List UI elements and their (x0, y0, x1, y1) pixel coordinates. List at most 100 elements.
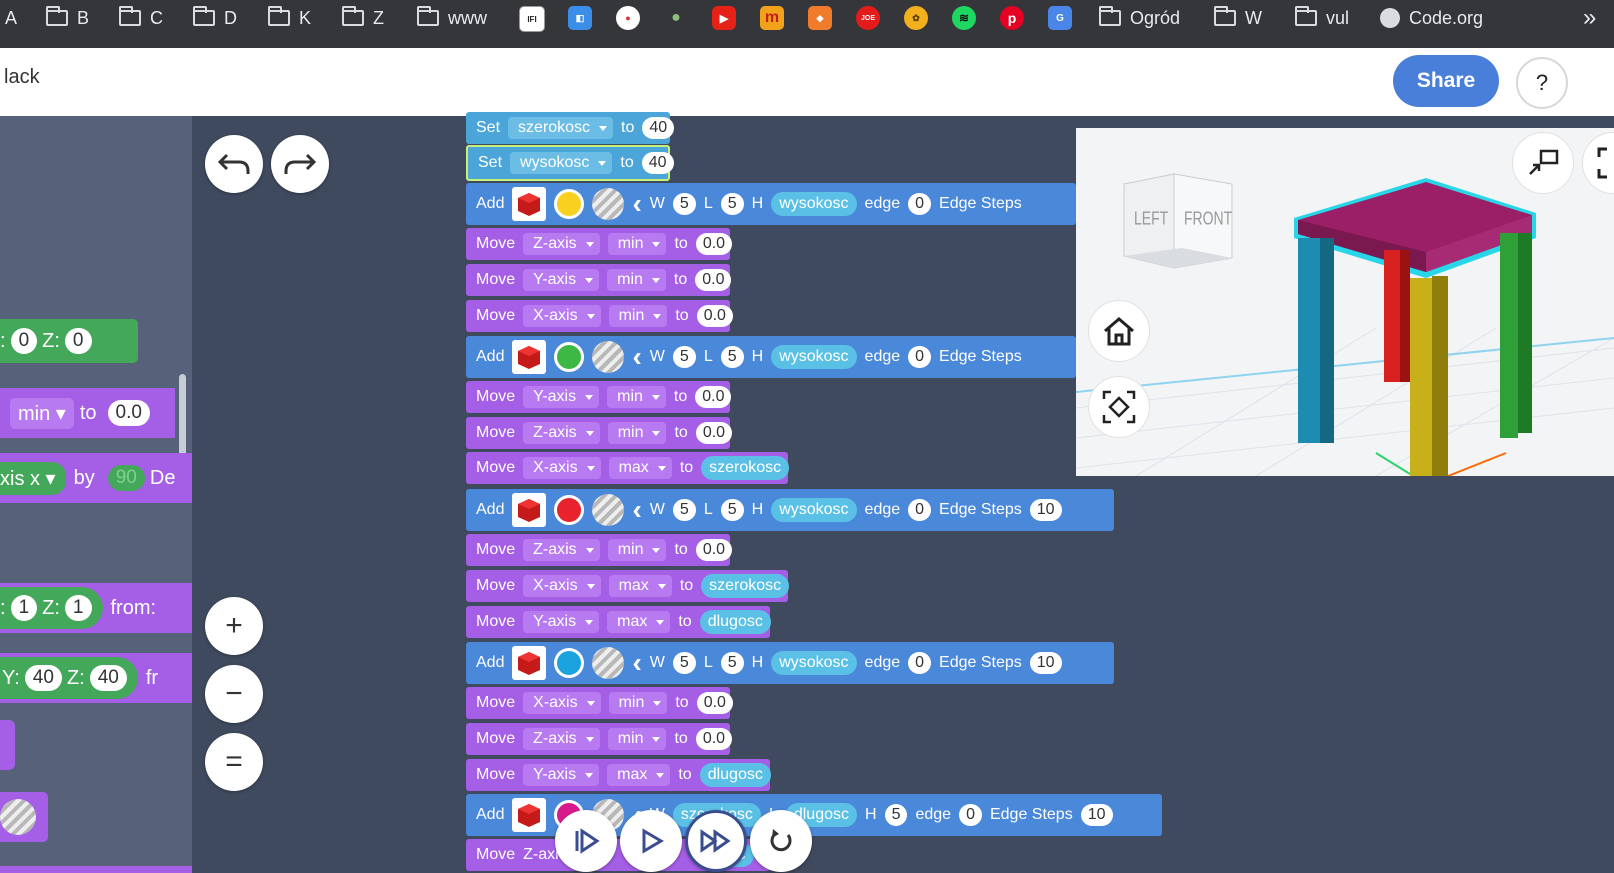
axis-dropdown[interactable]: Z-axis (523, 233, 600, 255)
home-view-button[interactable] (1088, 300, 1150, 362)
joe-favicon-icon[interactable]: JOE (856, 6, 880, 30)
edge-steps-field[interactable]: 10 (1029, 652, 1062, 674)
cube-shape-icon[interactable] (512, 493, 547, 527)
h-variable[interactable]: wysokosc (771, 498, 857, 522)
l-field[interactable]: 5 (720, 346, 744, 368)
value-field[interactable]: 40 (642, 117, 675, 139)
bookmark-folder-z[interactable]: Z (342, 0, 384, 36)
axis-dropdown[interactable]: Z-axis (523, 539, 600, 561)
bookmark-folder-ogrod[interactable]: Ogród (1099, 0, 1180, 36)
color-swatch[interactable] (554, 189, 585, 219)
move-block[interactable]: Move X-axis min to 0.0 (466, 300, 733, 332)
move-block[interactable]: Move Z-axis min to 0.0 (466, 417, 733, 449)
value-variable[interactable]: dlugosc (699, 610, 771, 634)
value-variable[interactable]: szerokosc (701, 456, 790, 480)
add-shape-block[interactable]: Add ‹ W5 L5 Hwysokosc edge 0 Edge Steps (466, 336, 1076, 378)
w-field[interactable]: 5 (672, 499, 696, 521)
bookmark-folder-c[interactable]: C (119, 0, 163, 36)
collapse-chevron-icon[interactable]: ‹ (632, 496, 641, 524)
z-value[interactable]: 0 (64, 328, 92, 354)
step-button[interactable] (555, 810, 617, 872)
mode-dropdown[interactable]: min ▾ (10, 397, 74, 429)
value-field[interactable]: 0.0 (696, 305, 733, 327)
move-block[interactable]: Move Y-axis max to dlugosc (466, 759, 771, 791)
l-field[interactable]: 5 (720, 499, 744, 521)
more-bookmarks-button[interactable]: » (1583, 0, 1596, 36)
edge-field[interactable]: 0 (908, 499, 932, 521)
add-shape-block[interactable]: Add ‹ W5 L5 Hwysokosc edge 0 Edge Steps 10 (466, 642, 1114, 684)
collapse-chevron-icon[interactable]: ‹ (632, 649, 641, 677)
mode-dropdown[interactable]: min (608, 305, 668, 327)
edge-field[interactable]: 0 (959, 804, 982, 826)
bookmark-folder-d[interactable]: D (193, 0, 237, 36)
palette-block-scale[interactable]: : 1 Z: 1 from: (0, 583, 192, 633)
value-field[interactable]: 0.0 (695, 728, 733, 750)
bookmark-folder-b[interactable]: B (46, 0, 89, 36)
mode-dropdown[interactable]: max (608, 575, 672, 597)
axis-dropdown[interactable]: xis x ▾ (0, 461, 66, 495)
value-field[interactable]: 0.0 (696, 692, 733, 714)
youtube-favicon-icon[interactable]: ▶ (712, 6, 736, 30)
y-value[interactable]: 0 (10, 328, 38, 354)
axis-dropdown[interactable]: X-axis (523, 305, 601, 327)
cube-shape-icon[interactable] (512, 798, 547, 832)
angle-value[interactable]: 90 (107, 465, 145, 491)
bookmark-a[interactable]: A (5, 0, 17, 36)
zoom-in-button[interactable]: + (205, 597, 263, 655)
move-block[interactable]: Move Z-axis min to 0.0 (466, 228, 733, 260)
3d-viewer[interactable]: LEFT FRONT (1076, 128, 1614, 476)
mode-dropdown[interactable]: min (607, 386, 666, 408)
mode-dropdown[interactable]: max (608, 457, 672, 479)
spotify-favicon-icon[interactable]: ≋ (952, 6, 976, 30)
mode-dropdown[interactable]: max (607, 611, 671, 633)
l-field[interactable]: 5 (720, 193, 744, 215)
move-block[interactable]: Move Z-axis min to 0.0 (466, 723, 733, 755)
w-field[interactable]: 5 (672, 193, 696, 215)
undo-button[interactable] (205, 135, 263, 193)
calendar-favicon-icon[interactable]: ◧ (568, 6, 592, 30)
axis-dropdown[interactable]: Z-axis (523, 422, 600, 444)
fit-view-button[interactable] (1088, 376, 1150, 438)
hatch-material-icon[interactable] (0, 799, 36, 835)
edge-steps-field[interactable]: 10 (1029, 499, 1062, 521)
color-swatch[interactable] (554, 342, 585, 372)
palette-block-position[interactable]: : 0 Z: 0 (0, 319, 138, 363)
edge-field[interactable]: 0 (908, 652, 932, 674)
view-cube[interactable]: LEFT FRONT (1114, 170, 1234, 280)
h-variable[interactable]: wysokosc (771, 651, 857, 675)
cube-shape-icon[interactable] (512, 646, 547, 680)
edge-steps-field[interactable]: 10 (1080, 804, 1113, 826)
color-swatch[interactable] (554, 495, 585, 525)
add-shape-block[interactable]: Add ‹ W5 L5 Hwysokosc edge 0 Edge Steps (466, 183, 1076, 225)
mode-dropdown[interactable]: min (607, 233, 667, 255)
axis-dropdown[interactable]: X-axis (523, 692, 601, 714)
bookmark-code-org[interactable]: Code.org (1380, 0, 1483, 36)
palette-block-resize[interactable]: Y: 40 Z: 40 fr (0, 653, 192, 703)
bookmark-folder-w[interactable]: W (1214, 0, 1262, 36)
l-field[interactable]: 5 (720, 652, 744, 674)
cube-shape-icon[interactable] (512, 340, 547, 374)
mode-dropdown[interactable]: min (607, 269, 666, 291)
set-variable-block-selected[interactable]: Set wysokosc to 40 (466, 145, 674, 181)
h-field[interactable]: 5 (884, 804, 908, 826)
h-variable[interactable]: wysokosc (771, 192, 857, 216)
color-swatch[interactable] (554, 648, 585, 678)
variable-dropdown[interactable]: wysokosc (510, 152, 613, 174)
y-value[interactable]: 40 (24, 665, 62, 691)
redo-button[interactable] (271, 135, 329, 193)
axis-dropdown[interactable]: Z-axis (523, 728, 600, 750)
zoom-reset-button[interactable]: = (205, 733, 263, 791)
value-field[interactable]: 0.0 (695, 539, 733, 561)
mode-dropdown[interactable]: min (607, 539, 667, 561)
target-value[interactable]: 0.0 (107, 400, 150, 426)
move-block[interactable]: Move X-axis max to szerokosc (466, 452, 790, 484)
palette-block-rotate[interactable]: xis x ▾ by 90 De (0, 453, 192, 503)
palette-block-move[interactable]: min ▾ to 0.0 (0, 388, 175, 438)
z-value[interactable]: 1 (64, 595, 92, 621)
translate-favicon-icon[interactable]: G (1048, 6, 1072, 30)
play-button[interactable] (620, 810, 682, 872)
poland-favicon-icon[interactable]: ● (616, 6, 640, 30)
axis-dropdown[interactable]: X-axis (523, 457, 601, 479)
film-favicon-icon[interactable]: ✿ (904, 6, 928, 30)
axis-dropdown[interactable]: Y-axis (523, 386, 600, 408)
